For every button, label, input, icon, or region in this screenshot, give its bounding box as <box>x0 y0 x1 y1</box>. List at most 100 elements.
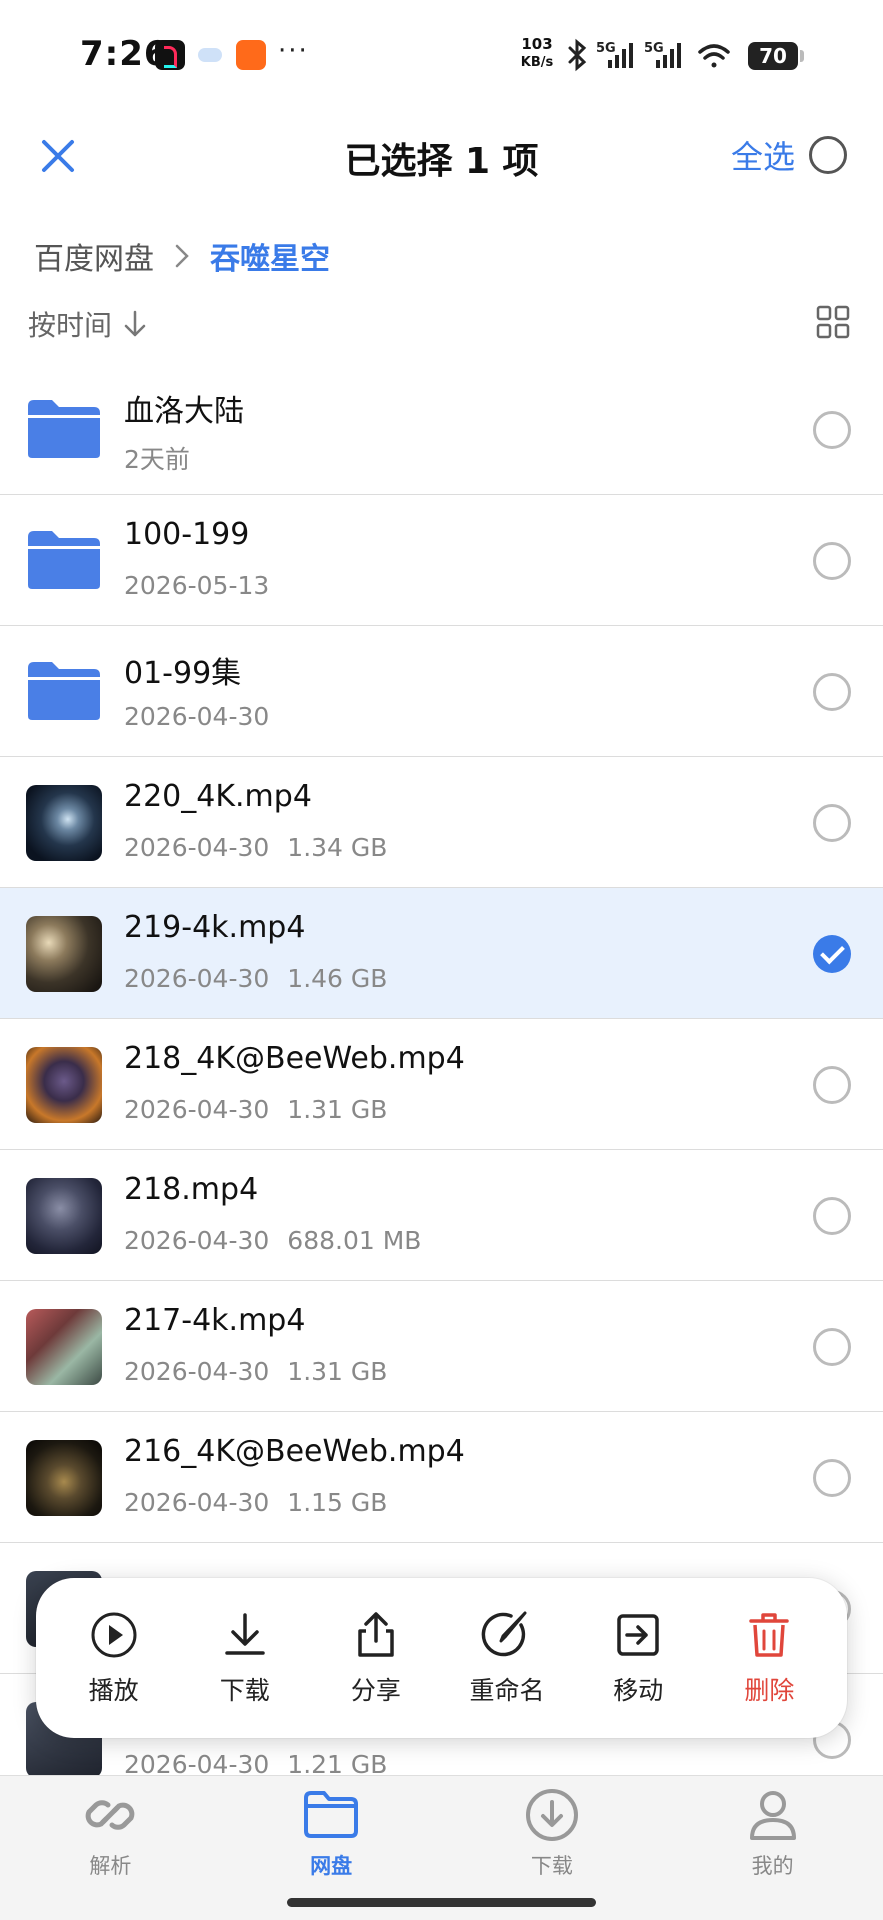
select-radio-icon[interactable] <box>813 1328 851 1366</box>
file-meta: 2026-04-30 688.01 MB <box>124 1226 421 1255</box>
play-button[interactable]: 播放 <box>54 1609 174 1707</box>
nav-download-label: 下载 <box>530 1854 573 1878</box>
file-row[interactable]: 218.mp4 2026-04-30 688.01 MB <box>0 1150 883 1281</box>
video-thumbnail <box>26 1309 102 1385</box>
file-name: 216_4K@BeeWeb.mp4 <box>124 1434 465 1469</box>
file-date: 2026-04-30 <box>124 964 270 993</box>
delete-button[interactable]: 删除 <box>709 1609 829 1707</box>
rename-label: 重命名 <box>469 1676 545 1705</box>
file-name: 血洛大陆 <box>124 394 244 429</box>
file-meta: 2026-05-13 <box>124 571 269 600</box>
file-size: 1.46 GB <box>287 964 388 993</box>
more-notifications-icon: ··· <box>278 36 309 66</box>
select-all-label: 全选 <box>730 138 795 176</box>
svg-text:5G: 5G <box>644 41 664 56</box>
grid-view-toggle[interactable] <box>815 304 851 340</box>
file-date: 2026-04-30 <box>124 1095 270 1124</box>
select-radio-icon[interactable] <box>813 411 851 449</box>
file-size: 1.31 GB <box>287 1095 388 1124</box>
folder-nav-icon <box>304 1791 359 1838</box>
file-size: 1.15 GB <box>287 1488 388 1517</box>
net-speed-value: 103 <box>521 35 553 53</box>
status-bar: 7:26 ··· 103 KB/s 5G 5G 70 <box>0 0 883 112</box>
file-meta: 2026-04-30 1.34 GB <box>124 833 387 862</box>
folder-icon <box>28 531 100 589</box>
file-date: 2026-04-30 <box>124 1488 270 1517</box>
checked-radio-icon[interactable] <box>813 935 851 973</box>
share-button[interactable]: 分享 <box>316 1609 436 1707</box>
select-radio-icon[interactable] <box>813 1459 851 1497</box>
svg-text:5G: 5G <box>596 41 616 56</box>
select-radio-icon[interactable] <box>813 673 851 711</box>
close-button[interactable] <box>30 128 86 184</box>
file-row-selected[interactable]: 219-4k.mp4 2026-04-30 1.46 GB <box>0 888 883 1019</box>
file-row[interactable]: 01-99集 2026-04-30 <box>0 626 883 757</box>
signal-bars-1-icon: 5G <box>596 41 633 68</box>
file-date: 2026-05-13 <box>124 571 270 600</box>
download-label: 下载 <box>219 1676 270 1705</box>
nav-drive-label: 网盘 <box>310 1854 353 1878</box>
file-date: 2026-04-30 <box>124 1226 270 1255</box>
bottom-nav: 解析 网盘 下载 我的 <box>0 1775 883 1886</box>
file-date: 2026-04-30 <box>124 702 270 731</box>
nav-download[interactable]: 下载 <box>442 1776 663 1886</box>
file-name: 218.mp4 <box>124 1172 259 1207</box>
file-meta: 2026-04-30 1.46 GB <box>124 964 387 993</box>
trash-icon <box>749 1613 790 1657</box>
file-name: 217-4k.mp4 <box>124 1303 306 1338</box>
file-row[interactable]: 100-199 2026-05-13 <box>0 495 883 626</box>
user-icon <box>749 1791 796 1840</box>
cloud-icon <box>198 48 222 62</box>
folder-icon <box>28 662 100 720</box>
shopping-bag-icon <box>236 40 266 70</box>
video-thumbnail <box>26 1047 102 1123</box>
download-button[interactable]: 下载 <box>185 1609 305 1707</box>
file-size: 1.34 GB <box>287 833 388 862</box>
select-radio-icon[interactable] <box>813 804 851 842</box>
breadcrumb-root[interactable]: 百度网盘 <box>34 234 154 278</box>
sort-button[interactable]: 按时间 <box>28 304 148 344</box>
arrow-down-icon <box>124 310 146 337</box>
file-row[interactable]: 216_4K@BeeWeb.mp4 2026-04-30 1.15 GB <box>0 1412 883 1543</box>
video-thumbnail <box>26 916 102 992</box>
select-all-radio-icon <box>809 136 847 174</box>
share-icon <box>358 1612 394 1657</box>
select-all-button[interactable]: 全选 <box>731 130 847 180</box>
bluetooth-icon <box>568 38 587 72</box>
nav-parse-label: 解析 <box>89 1854 132 1878</box>
nav-drive[interactable]: 网盘 <box>221 1776 442 1886</box>
file-row[interactable]: 218_4K@BeeWeb.mp4 2026-04-30 1.31 GB <box>0 1019 883 1150</box>
select-radio-icon[interactable] <box>813 1066 851 1104</box>
file-date: 2天前 <box>124 445 190 474</box>
home-indicator[interactable] <box>287 1898 596 1907</box>
breadcrumb-current: 吞噬星空 <box>210 242 330 277</box>
rename-icon <box>481 1611 527 1657</box>
share-label: 分享 <box>350 1676 401 1705</box>
file-name: 219-4k.mp4 <box>124 910 306 945</box>
nav-mine[interactable]: 我的 <box>662 1776 883 1886</box>
play-icon <box>91 1612 137 1658</box>
play-label: 播放 <box>88 1676 139 1705</box>
battery-icon: 70 <box>748 42 804 70</box>
delete-label: 删除 <box>744 1676 795 1705</box>
folder-icon <box>28 400 100 458</box>
file-name: 218_4K@BeeWeb.mp4 <box>124 1041 465 1076</box>
video-thumbnail <box>26 785 102 861</box>
sort-label: 按时间 <box>28 309 113 342</box>
file-row[interactable]: 血洛大陆 2天前 <box>0 364 883 495</box>
move-icon <box>617 1614 659 1656</box>
signal-icons: 5G 5G <box>568 38 730 72</box>
file-meta: 2026-04-30 1.31 GB <box>124 1357 387 1386</box>
nav-parse[interactable]: 解析 <box>0 1776 221 1886</box>
wifi-icon <box>698 44 730 68</box>
file-row[interactable]: 220_4K.mp4 2026-04-30 1.34 GB <box>0 757 883 888</box>
select-radio-icon[interactable] <box>813 542 851 580</box>
file-date: 2026-04-30 <box>124 833 270 862</box>
select-radio-icon[interactable] <box>813 1197 851 1235</box>
file-row[interactable]: 217-4k.mp4 2026-04-30 1.31 GB <box>0 1281 883 1412</box>
file-meta: 2天前 <box>124 440 190 476</box>
rename-button[interactable]: 重命名 <box>447 1609 567 1707</box>
link-icon <box>86 1800 135 1830</box>
file-meta: 2026-04-30 <box>124 702 269 731</box>
move-button[interactable]: 移动 <box>578 1609 698 1707</box>
